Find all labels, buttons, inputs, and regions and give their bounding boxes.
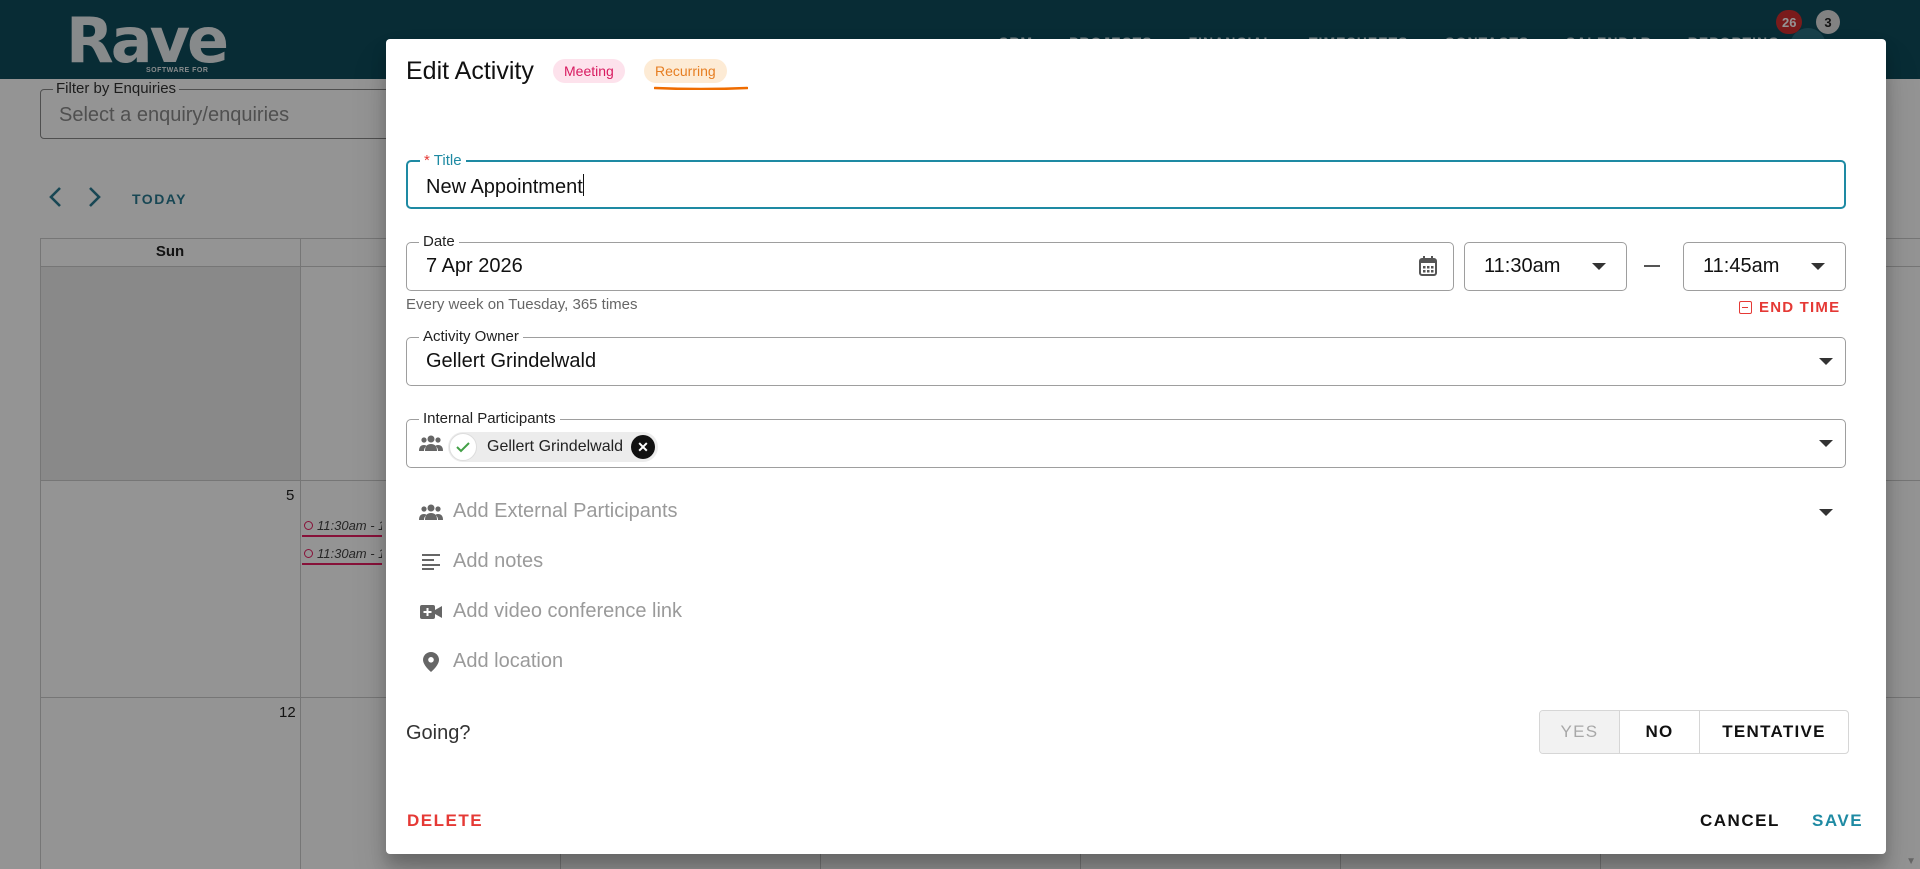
- dropdown-arrow-icon: [1811, 263, 1825, 270]
- add-location[interactable]: Add location: [419, 650, 563, 673]
- add-video-conference-label: Add video conference link: [453, 600, 683, 622]
- going-label: Going?: [406, 722, 471, 744]
- title-value-text: New Appointment: [426, 176, 583, 198]
- dropdown-arrow-icon: [1819, 509, 1833, 516]
- dropdown-arrow-icon: [1819, 440, 1833, 447]
- video-icon: [419, 604, 443, 620]
- calendar-icon[interactable]: [1419, 256, 1437, 281]
- dialog-title: Edit Activity: [406, 57, 534, 85]
- recurring-underline-mark: [654, 86, 748, 90]
- check-icon: [449, 433, 477, 461]
- end-time-select[interactable]: 11:45am: [1683, 242, 1846, 291]
- date-value: 7 Apr 2026: [426, 255, 523, 277]
- edit-activity-dialog: Edit Activity Meeting Recurring * Title …: [386, 39, 1886, 854]
- add-notes-label: Add notes: [453, 550, 544, 572]
- text-cursor: [582, 174, 584, 196]
- participant-chip[interactable]: Gellert Grindelwald ✕: [448, 432, 658, 462]
- scroll-down-arrow-icon[interactable]: ▼: [1906, 856, 1916, 867]
- rsvp-no-button[interactable]: NO: [1619, 711, 1699, 753]
- add-notes[interactable]: Add notes: [419, 550, 543, 573]
- title-label-text: Title: [433, 152, 462, 169]
- required-mark: *: [424, 152, 430, 169]
- minus-square-icon: [1739, 301, 1752, 314]
- people-icon: [419, 434, 443, 457]
- add-video-conference-link[interactable]: Add video conference link: [419, 600, 682, 623]
- rsvp-tentative-button[interactable]: TENTATIVE: [1699, 711, 1848, 753]
- rsvp-yes-button[interactable]: YES: [1540, 711, 1619, 753]
- save-button[interactable]: SAVE: [1812, 811, 1863, 831]
- internal-participants-label: Internal Participants: [419, 410, 560, 428]
- time-range-separator: [1644, 265, 1660, 267]
- add-external-participants-label: Add External Participants: [453, 500, 678, 522]
- notes-icon: [419, 553, 443, 570]
- activity-type-chip: Meeting: [553, 59, 625, 83]
- participant-name: Gellert Grindelwald: [487, 438, 624, 455]
- end-time-value: 11:45am: [1703, 255, 1780, 277]
- add-location-label: Add location: [453, 650, 564, 672]
- dropdown-arrow-icon: [1592, 263, 1606, 270]
- end-time-toggle-label: END TIME: [1759, 299, 1841, 316]
- start-time-value: 11:30am: [1484, 255, 1561, 277]
- title-input[interactable]: * Title New Appointment: [406, 152, 1846, 209]
- recurring-chip[interactable]: Recurring: [644, 59, 727, 83]
- recurrence-summary[interactable]: Every week on Tuesday, 365 times: [406, 296, 638, 313]
- dropdown-arrow-icon: [1819, 358, 1833, 365]
- activity-owner-select[interactable]: Activity Owner Gellert Grindelwald: [406, 328, 1846, 386]
- activity-owner-value: Gellert Grindelwald: [426, 350, 597, 372]
- activity-owner-label: Activity Owner: [419, 328, 523, 346]
- date-label: Date: [419, 233, 459, 251]
- title-value: New Appointment: [426, 174, 584, 199]
- title-label: * Title: [420, 152, 466, 170]
- cancel-button[interactable]: CANCEL: [1700, 811, 1780, 831]
- add-external-participants[interactable]: Add External Participants: [419, 500, 1846, 523]
- delete-button[interactable]: DELETE: [407, 811, 483, 831]
- date-field[interactable]: Date 7 Apr 2026: [406, 233, 1454, 291]
- people-icon: [419, 503, 443, 521]
- end-time-toggle-button[interactable]: END TIME: [1739, 299, 1840, 316]
- start-time-select[interactable]: 11:30am: [1464, 242, 1627, 291]
- internal-participants-select[interactable]: Internal Participants Gellert Grindelwal…: [406, 410, 1846, 468]
- rsvp-button-group: YES NO TENTATIVE: [1539, 710, 1849, 754]
- close-icon[interactable]: ✕: [631, 435, 655, 459]
- location-pin-icon: [419, 651, 443, 672]
